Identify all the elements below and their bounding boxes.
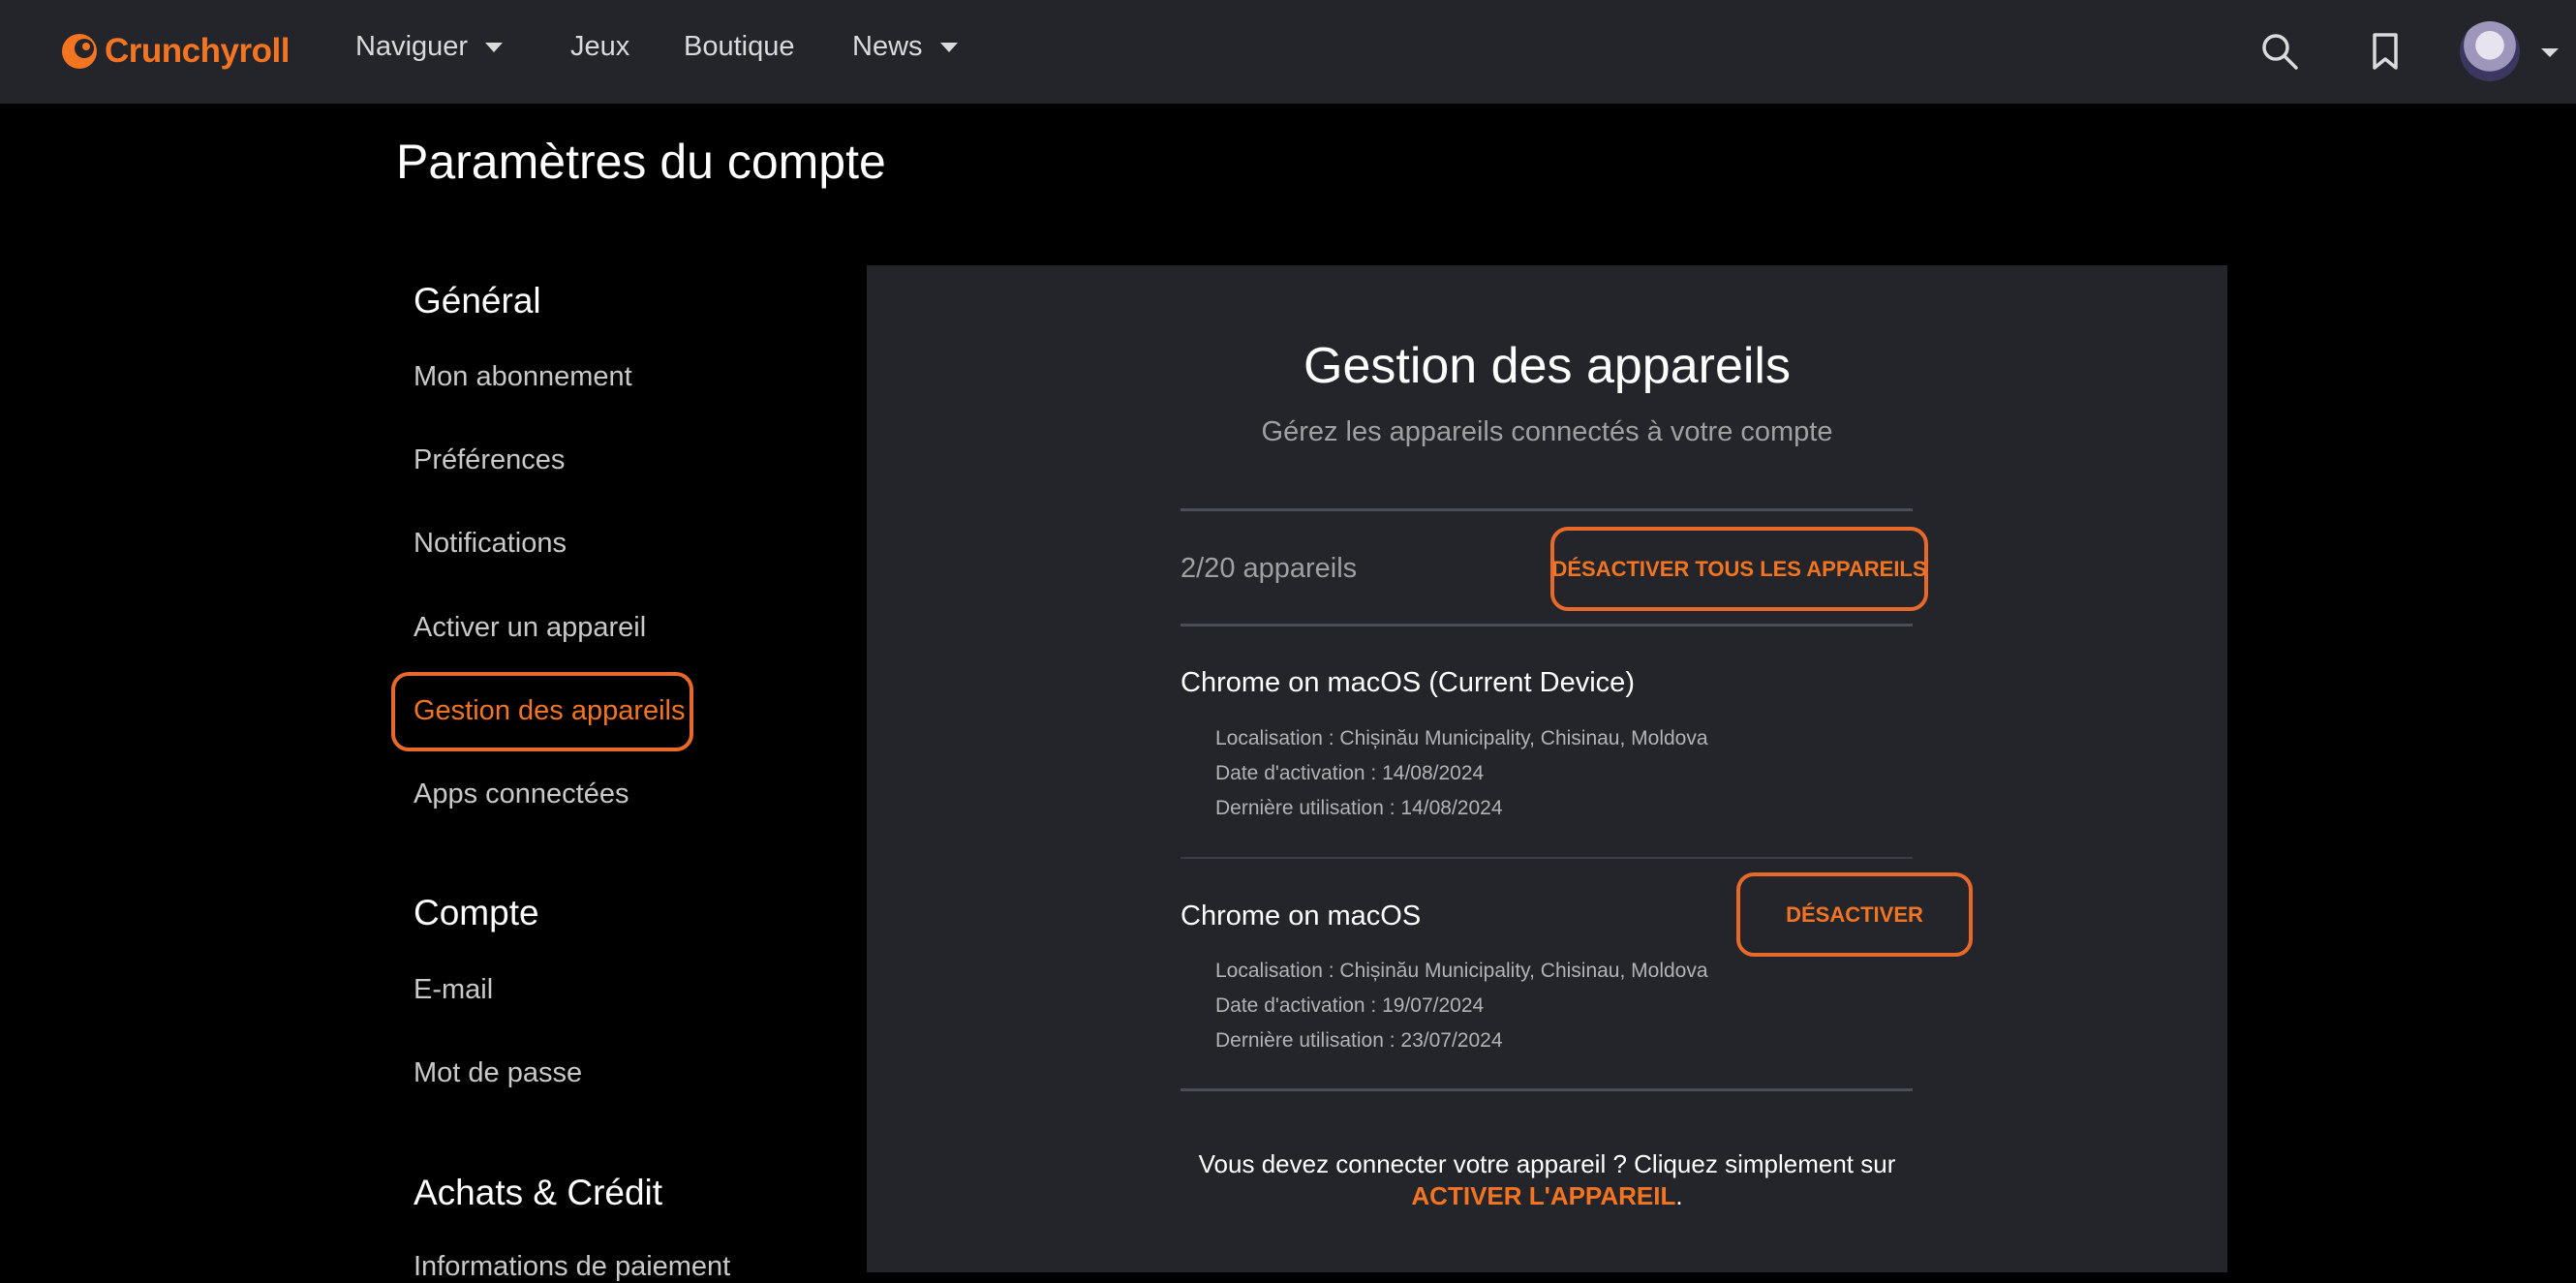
sidebar-item-email[interactable]: E-mail	[414, 974, 493, 1006]
nav-boutique-label: Boutique	[684, 31, 795, 62]
chevron-down-icon[interactable]	[2535, 34, 2564, 69]
sidebar-heading-purchases: Achats & Crédit	[414, 1173, 663, 1212]
device-activation-date: Date d'activation : 14/08/2024	[1215, 762, 1485, 784]
deactivate-all-devices-button[interactable]: DÉSACTIVER TOUS LES APPAREILS	[1550, 527, 1928, 611]
device-details: Localisation : Chișinău Municipality, Ch…	[1215, 721, 1708, 826]
sidebar-item-connected-apps[interactable]: Apps connectées	[414, 779, 629, 810]
sidebar-item-subscription[interactable]: Mon abonnement	[414, 361, 632, 393]
nav-news-label: News	[852, 31, 923, 62]
divider	[1181, 857, 1913, 859]
connect-device-text: Vous devez connecter votre appareil ? Cl…	[1198, 1149, 1896, 1178]
page-title: Paramètres du compte	[396, 135, 886, 189]
sidebar-item-notifications[interactable]: Notifications	[414, 528, 567, 560]
sidebar-heading-account: Compte	[414, 893, 539, 932]
caret-down-icon	[485, 42, 504, 52]
nav-naviguer[interactable]: Naviguer	[355, 31, 504, 63]
sidebar-item-preferences[interactable]: Préférences	[414, 444, 565, 476]
top-navigation-bar: Crunchyroll Naviguer Jeux Boutique News	[0, 0, 2576, 104]
sidebar-item-password[interactable]: Mot de passe	[414, 1057, 582, 1089]
connect-device-prompt: Vous devez connecter votre appareil ? Cl…	[867, 1148, 2227, 1212]
nav-news[interactable]: News	[852, 31, 958, 63]
device-name: Chrome on macOS	[1181, 901, 1422, 932]
divider	[1181, 1088, 1913, 1091]
search-icon[interactable]	[2257, 29, 2302, 74]
device-activation-date: Date d'activation : 19/07/2024	[1215, 994, 1485, 1017]
nav-jeux[interactable]: Jeux	[570, 31, 629, 63]
panel-subtitle: Gérez les appareils connectés à votre co…	[1261, 416, 1833, 447]
sidebar-item-activate-device[interactable]: Activer un appareil	[414, 612, 646, 644]
activate-device-link[interactable]: ACTIVER L'APPAREIL	[1411, 1181, 1675, 1210]
crunchyroll-logo-icon	[62, 34, 97, 69]
deactivate-device-button[interactable]: DÉSACTIVER	[1736, 872, 1973, 957]
divider	[1181, 624, 1913, 626]
bookmark-icon[interactable]	[2363, 29, 2407, 74]
logo-text: Crunchyroll	[105, 32, 290, 70]
device-details: Localisation : Chișinău Municipality, Ch…	[1215, 954, 1708, 1058]
nav-jeux-label: Jeux	[570, 31, 630, 62]
panel-title: Gestion des appareils	[1303, 338, 1791, 394]
device-location: Localisation : Chișinău Municipality, Ch…	[1215, 727, 1708, 749]
sidebar-item-device-management[interactable]: Gestion des appareils	[414, 695, 686, 727]
nav-boutique[interactable]: Boutique	[684, 31, 795, 63]
device-count: 2/20 appareils	[1181, 553, 1358, 584]
divider	[1181, 508, 1913, 511]
crunchyroll-logo[interactable]: Crunchyroll	[60, 32, 290, 71]
nav-naviguer-label: Naviguer	[355, 31, 469, 62]
device-last-used: Dernière utilisation : 23/07/2024	[1215, 1029, 1503, 1052]
footer-period: .	[1675, 1181, 1683, 1210]
device-name: Chrome on macOS (Current Device)	[1181, 667, 1635, 698]
device-location: Localisation : Chișinău Municipality, Ch…	[1215, 960, 1708, 982]
device-last-used: Dernière utilisation : 14/08/2024	[1215, 797, 1503, 819]
caret-down-icon	[939, 42, 958, 52]
sidebar-item-payment-info[interactable]: Informations de paiement	[414, 1251, 730, 1283]
avatar[interactable]	[2460, 21, 2520, 81]
sidebar-heading-general: Général	[414, 281, 541, 321]
